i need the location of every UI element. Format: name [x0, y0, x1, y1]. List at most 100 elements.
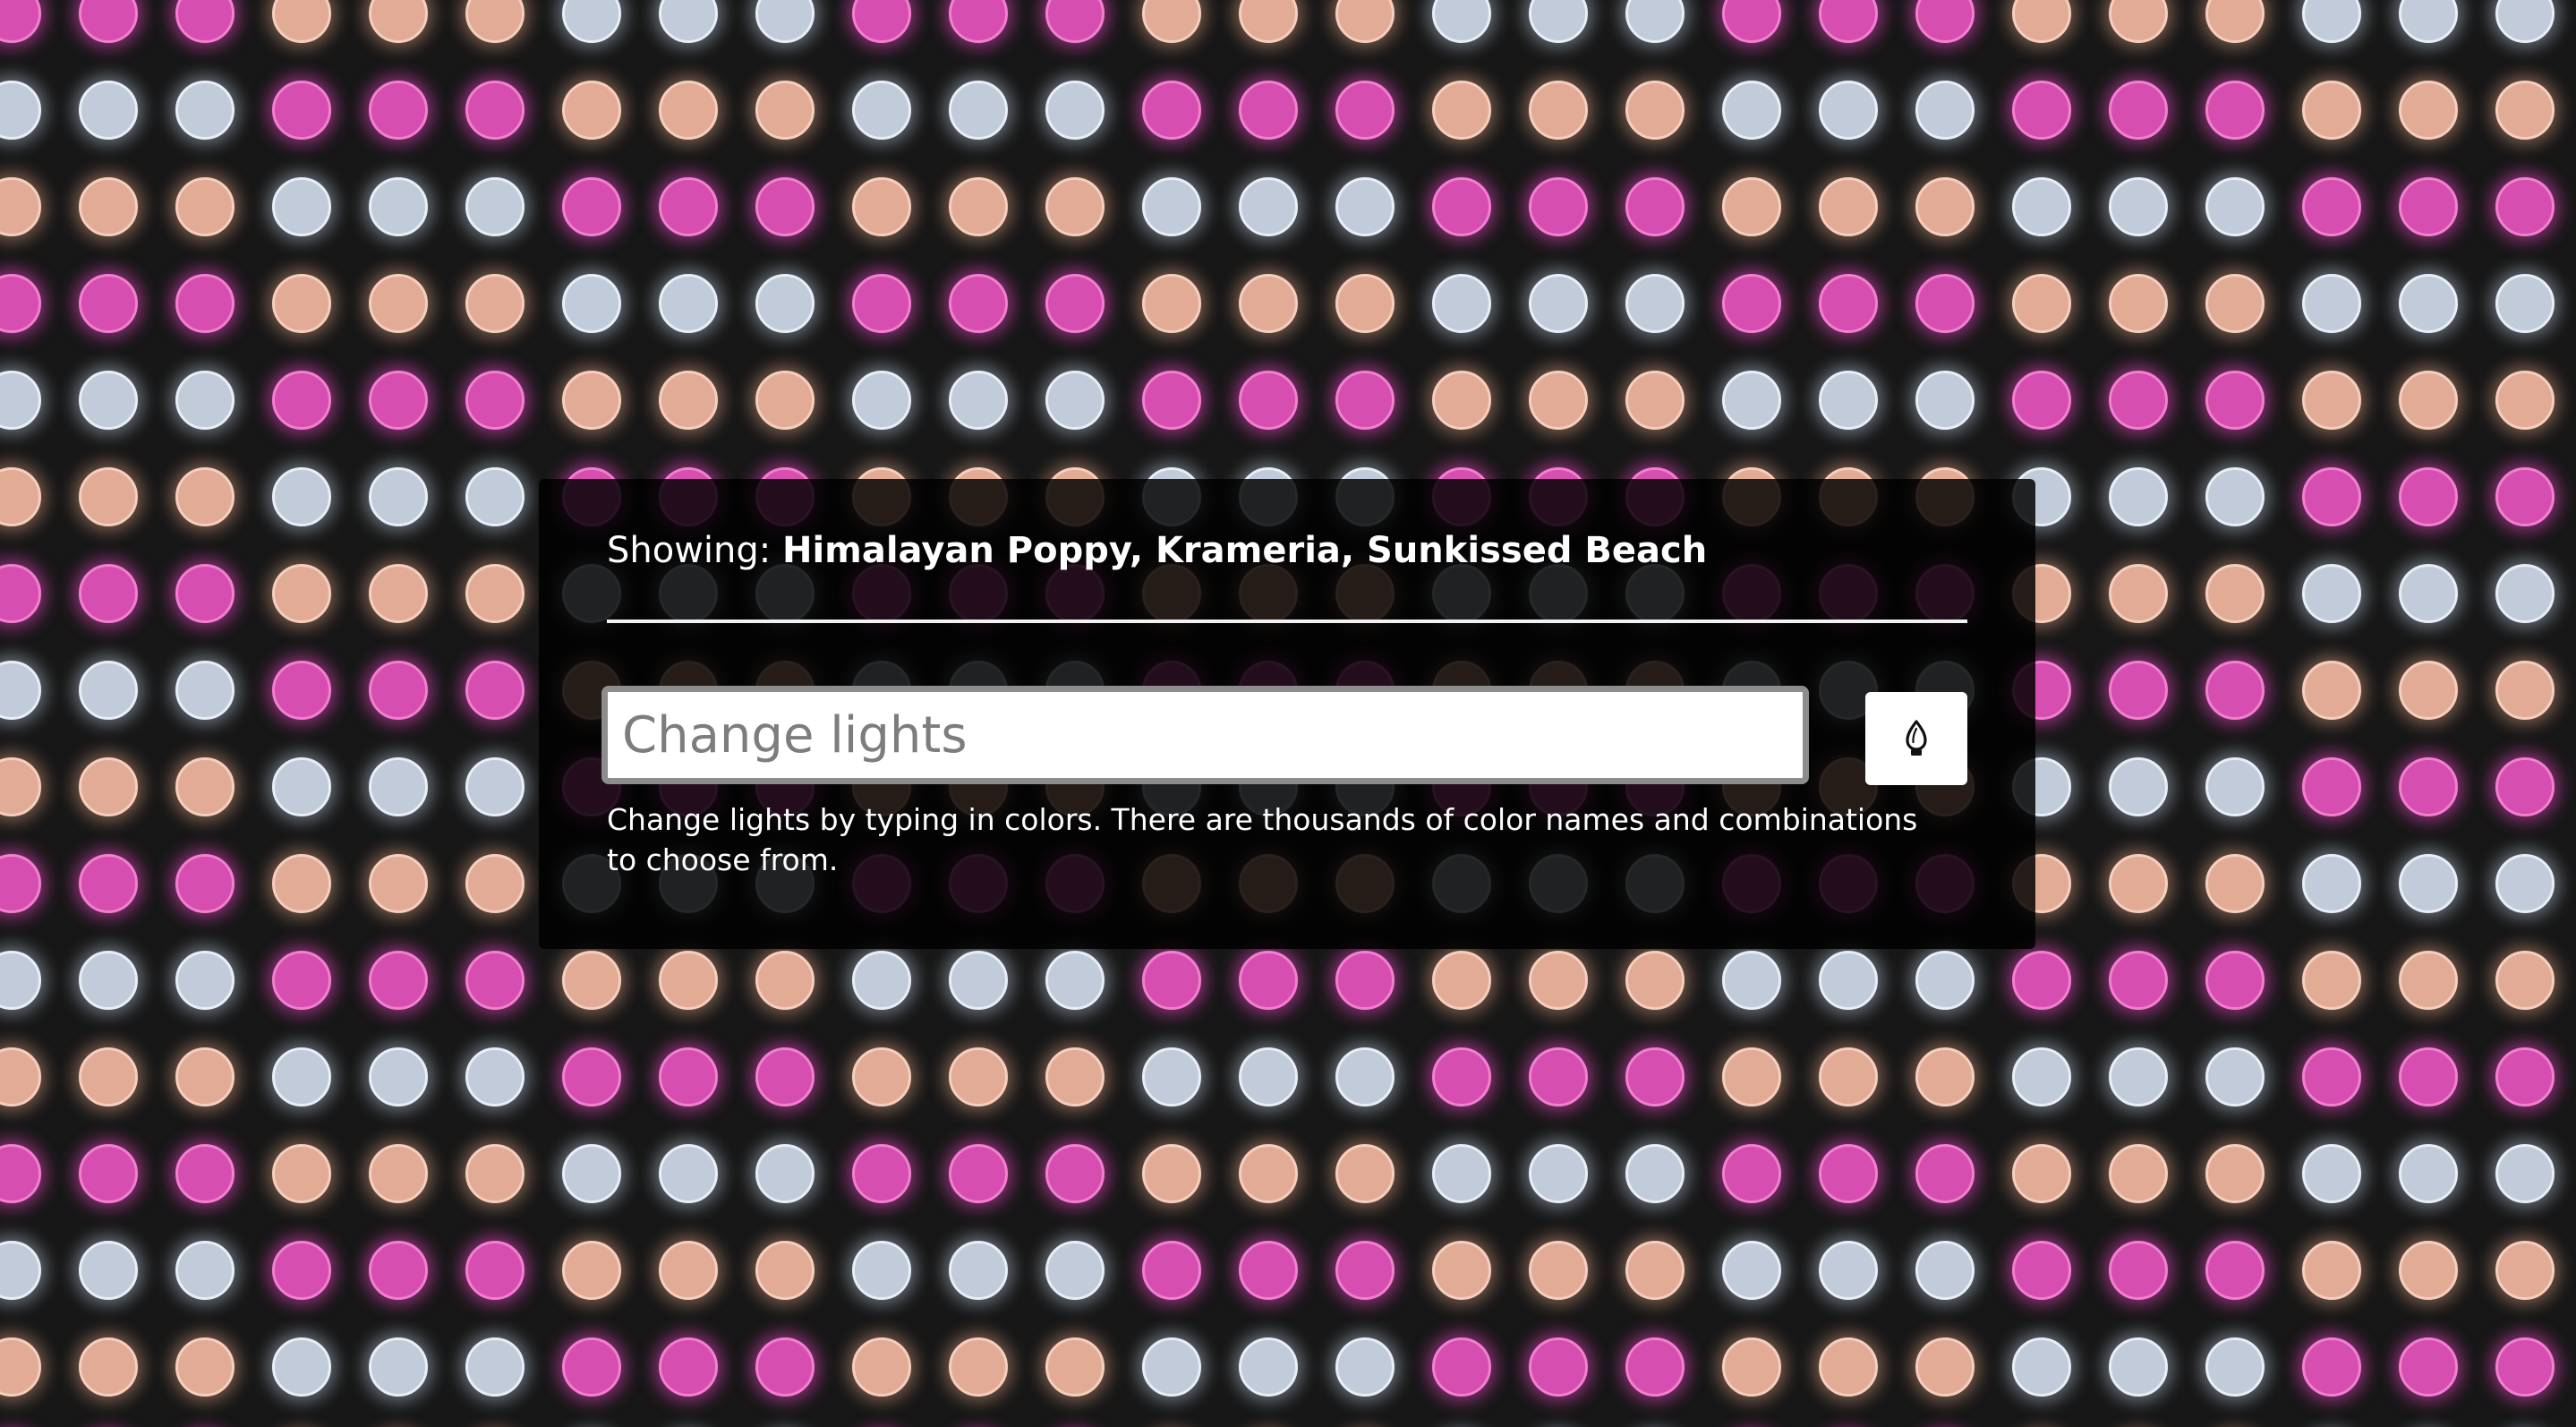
- light-bulb: [2495, 1241, 2555, 1300]
- light-bulb: [79, 177, 138, 236]
- light-bulb: [465, 177, 525, 236]
- light-bulb: [272, 1144, 331, 1203]
- light-bulb: [1335, 1241, 1395, 1300]
- light-bulb: [175, 951, 235, 1010]
- light-bulb: [175, 1047, 235, 1107]
- light-bulb: [1142, 274, 1201, 333]
- help-text: Change lights by typing in colors. There…: [607, 802, 1918, 877]
- light-bulb: [2399, 1241, 2458, 1300]
- light-bulb: [465, 81, 525, 140]
- light-bulb: [2012, 1337, 2071, 1397]
- light-bulb: [1045, 0, 1105, 43]
- light-bulb: [852, 1337, 911, 1397]
- light-bulb: [2495, 0, 2555, 43]
- light-bulb: [369, 467, 428, 526]
- light-bulb: [1432, 371, 1491, 430]
- light-bulb: [1529, 1337, 1588, 1397]
- light-bulb: [1722, 0, 1781, 43]
- light-bulb: [2012, 274, 2071, 333]
- light-bulb: [1239, 371, 1298, 430]
- light-bulb: [1722, 1144, 1781, 1203]
- light-bulb: [852, 1144, 911, 1203]
- light-bulb: [79, 951, 138, 1010]
- light-bulb: [0, 0, 41, 43]
- light-bulb: [2302, 1337, 2361, 1397]
- light-bulb: [562, 1047, 621, 1107]
- light-bulb: [465, 757, 525, 816]
- light-bulb: [1239, 81, 1298, 140]
- light-display: Showing: Himalayan Poppy, Krameria, Sunk…: [0, 0, 2576, 1427]
- light-bulb: [0, 1144, 41, 1203]
- light-bulb: [0, 757, 41, 816]
- light-bulb: [2109, 467, 2168, 526]
- change-lights-input[interactable]: [601, 686, 1809, 784]
- light-bulb: [659, 1241, 718, 1300]
- light-bulb: [562, 177, 621, 236]
- light-bulb: [2399, 1337, 2458, 1397]
- light-bulb: [0, 1241, 41, 1300]
- light-bulb: [1045, 81, 1105, 140]
- light-bulb: [755, 0, 815, 43]
- light-bulb: [949, 951, 1008, 1010]
- light-bulb: [2109, 854, 2168, 913]
- light-bulb: [562, 81, 621, 140]
- light-bulb: [1819, 1241, 1878, 1300]
- light-bulb: [1625, 1241, 1685, 1300]
- light-bulb: [1819, 371, 1878, 430]
- light-bulb: [369, 854, 428, 913]
- light-bulb: [2399, 371, 2458, 430]
- light-bulb: [2302, 177, 2361, 236]
- light-bulb: [2205, 177, 2265, 236]
- light-bulb: [2012, 1144, 2071, 1203]
- light-bulb: [1915, 1241, 1975, 1300]
- light-bulb: [1722, 371, 1781, 430]
- light-bulb: [659, 177, 718, 236]
- light-bulb: [2012, 0, 2071, 43]
- light-bulb: [369, 1241, 428, 1300]
- light-bulb: [1335, 371, 1395, 430]
- showing-color-names: Himalayan Poppy, Krameria, Sunkissed Bea…: [781, 530, 1708, 571]
- light-bulb: [272, 371, 331, 430]
- light-bulb: [1045, 1241, 1105, 1300]
- light-bulb: [465, 951, 525, 1010]
- light-bulb: [175, 177, 235, 236]
- light-bulb: [272, 1337, 331, 1397]
- light-bulb: [272, 274, 331, 333]
- showing-label: Showing: Himalayan Poppy, Krameria, Sunk…: [607, 529, 1967, 572]
- light-bulb: [175, 0, 235, 43]
- light-bulb: [2399, 177, 2458, 236]
- light-bulb: [272, 564, 331, 623]
- light-bulb: [2302, 467, 2361, 526]
- light-bulb: [2205, 1047, 2265, 1107]
- light-bulb: [369, 564, 428, 623]
- change-lights-button[interactable]: [1865, 692, 1967, 785]
- light-bulb: [1335, 177, 1395, 236]
- light-bulb: [2205, 274, 2265, 333]
- light-bulb: [949, 81, 1008, 140]
- light-bulb: [755, 1047, 815, 1107]
- light-bulb: [2302, 371, 2361, 430]
- light-bulb: [79, 564, 138, 623]
- light-bulb: [272, 177, 331, 236]
- light-bulb: [2495, 1337, 2555, 1397]
- light-bulb: [755, 81, 815, 140]
- light-bulb: [1239, 1047, 1298, 1107]
- light-bulb: [2495, 854, 2555, 913]
- light-bulb: [272, 661, 331, 720]
- light-bulb: [79, 371, 138, 430]
- light-bulb: [949, 1241, 1008, 1300]
- light-bulb: [659, 1337, 718, 1397]
- light-bulb: [175, 81, 235, 140]
- light-bulb: [659, 371, 718, 430]
- light-bulb: [2399, 81, 2458, 140]
- light-bulb: [0, 274, 41, 333]
- lightbulb-icon: [1906, 720, 1927, 756]
- light-bulb: [2495, 951, 2555, 1010]
- light-bulb: [1722, 274, 1781, 333]
- light-bulb: [1625, 1337, 1685, 1397]
- light-bulb: [1239, 1144, 1298, 1203]
- light-bulb: [2302, 951, 2361, 1010]
- light-bulb: [465, 467, 525, 526]
- light-bulb: [0, 177, 41, 236]
- light-bulb: [1045, 951, 1105, 1010]
